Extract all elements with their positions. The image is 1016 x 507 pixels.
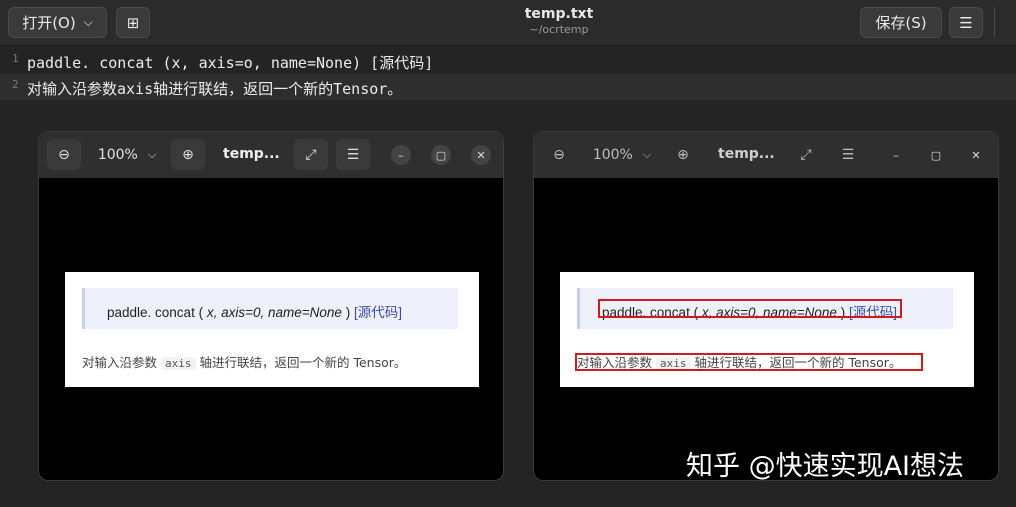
- zoom-in-icon: ⊕: [677, 146, 689, 163]
- maximize-button[interactable]: ▢: [926, 145, 946, 165]
- line-number: 1: [12, 52, 19, 65]
- ocr-detection-box: [575, 353, 923, 371]
- function-name: paddle. concat (: [107, 305, 204, 320]
- close-button[interactable]: ✕: [966, 145, 986, 165]
- zoom-in-button[interactable]: ⊕: [171, 139, 205, 170]
- function-params: x, axis=0, name=None: [206, 305, 342, 320]
- expand-icon: ⤢: [305, 146, 317, 163]
- zoom-level: 100%: [97, 146, 138, 163]
- viewer-header: ⊖ 100% ⌵ ⊕ temp... ⤢ ☰ – ▢ ✕: [534, 132, 998, 178]
- api-signature-block: paddle. concat ( x, axis=0, name=None ) …: [82, 288, 458, 329]
- zoom-out-icon: ⊖: [58, 146, 70, 163]
- close-button[interactable]: ✕: [471, 145, 491, 165]
- editor-line-current[interactable]: 2 对输入沿参数axis轴进行联结，返回一个新的Tensor。: [0, 74, 1016, 100]
- viewer-title: temp...: [718, 146, 775, 162]
- main-menu-button[interactable]: ☰: [949, 7, 983, 38]
- chevron-down-icon: ⌵: [147, 147, 157, 161]
- minimize-icon: –: [893, 148, 899, 162]
- open-label: 打开(O): [22, 14, 76, 32]
- minimize-button[interactable]: –: [391, 145, 411, 165]
- source-link: [源代码]: [353, 305, 402, 320]
- hamburger-icon: ☰: [841, 146, 855, 163]
- fullscreen-button[interactable]: ⤢: [789, 139, 823, 170]
- viewer-title: temp...: [223, 146, 280, 162]
- line-number: 2: [12, 78, 19, 91]
- close-icon: ✕: [971, 148, 981, 162]
- window-title: temp.txt ~/ocrtemp: [430, 6, 688, 36]
- file-name: temp.txt: [524, 6, 594, 22]
- hamburger-icon: ☰: [959, 13, 973, 32]
- image-viewer-original: ⊖ 100% ⌵ ⊕ temp... ⤢ ☰ – ▢ ✕ paddle. con…: [38, 131, 504, 481]
- chevron-down-icon: ⌵: [642, 147, 652, 161]
- line-text[interactable]: paddle. concat (x, axis=o, name=None) [源…: [27, 52, 433, 73]
- hamburger-icon: ☰: [346, 146, 360, 163]
- viewer-menu-button[interactable]: ☰: [336, 139, 370, 170]
- inline-code: axis: [161, 357, 196, 370]
- zoom-level-dropdown[interactable]: 100% ⌵: [578, 139, 666, 170]
- minimize-icon: –: [398, 148, 404, 162]
- api-description: 对输入沿参数 axis 轴进行联结，返回一个新的 Tensor。: [82, 352, 406, 371]
- expand-icon: ⤢: [800, 146, 812, 163]
- watermark: 知乎 @快速实现AI想法: [686, 451, 965, 482]
- new-document-icon: ⊞: [126, 13, 140, 32]
- window-edge: [994, 7, 995, 38]
- editor-line[interactable]: 1 paddle. concat (x, axis=o, name=None) …: [0, 48, 1016, 74]
- chevron-down-icon: ⌵: [83, 15, 93, 29]
- maximize-icon: ▢: [930, 148, 942, 162]
- zoom-in-button[interactable]: ⊕: [666, 139, 700, 170]
- zoom-level-dropdown[interactable]: 100% ⌵: [83, 139, 171, 170]
- document-image: paddle. concat ( x, axis=0, name=None ) …: [560, 272, 974, 387]
- new-tab-button[interactable]: ⊞: [116, 7, 150, 38]
- ocr-detection-box: [598, 299, 902, 318]
- document-image: paddle. concat ( x, axis=0, name=None ) …: [65, 272, 479, 387]
- zoom-level: 100%: [592, 146, 633, 163]
- desc-after: 轴进行联结，返回一个新的 Tensor。: [199, 355, 407, 370]
- viewer-header: ⊖ 100% ⌵ ⊕ temp... ⤢ ☰ – ▢ ✕: [39, 132, 503, 178]
- api-signature: paddle. concat ( x, axis=0, name=None ) …: [107, 301, 402, 321]
- zoom-out-button[interactable]: ⊖: [542, 139, 576, 170]
- save-button[interactable]: 保存(S): [860, 7, 942, 38]
- minimize-button[interactable]: –: [886, 145, 906, 165]
- editor-header: 打开(O) ⌵ ⊞ temp.txt ~/ocrtemp 保存(S) ☰: [0, 0, 1016, 46]
- open-button[interactable]: 打开(O) ⌵: [8, 7, 107, 38]
- line-text[interactable]: 对输入沿参数axis轴进行联结，返回一个新的Tensor。: [27, 78, 402, 99]
- zoom-out-icon: ⊖: [553, 146, 565, 163]
- maximize-button[interactable]: ▢: [431, 145, 451, 165]
- desc-before: 对输入沿参数: [82, 355, 158, 370]
- maximize-icon: ▢: [435, 148, 447, 162]
- image-viewer-ocr-result: ⊖ 100% ⌵ ⊕ temp... ⤢ ☰ – ▢ ✕ paddle. con…: [533, 131, 999, 481]
- close-icon: ✕: [476, 148, 486, 162]
- viewer-menu-button[interactable]: ☰: [831, 139, 865, 170]
- fullscreen-button[interactable]: ⤢: [294, 139, 328, 170]
- file-path: ~/ocrtemp: [529, 23, 589, 36]
- zoom-in-icon: ⊕: [182, 146, 194, 163]
- save-label: 保存(S): [875, 14, 927, 32]
- signature-close: ): [345, 305, 351, 320]
- zoom-out-button[interactable]: ⊖: [47, 139, 81, 170]
